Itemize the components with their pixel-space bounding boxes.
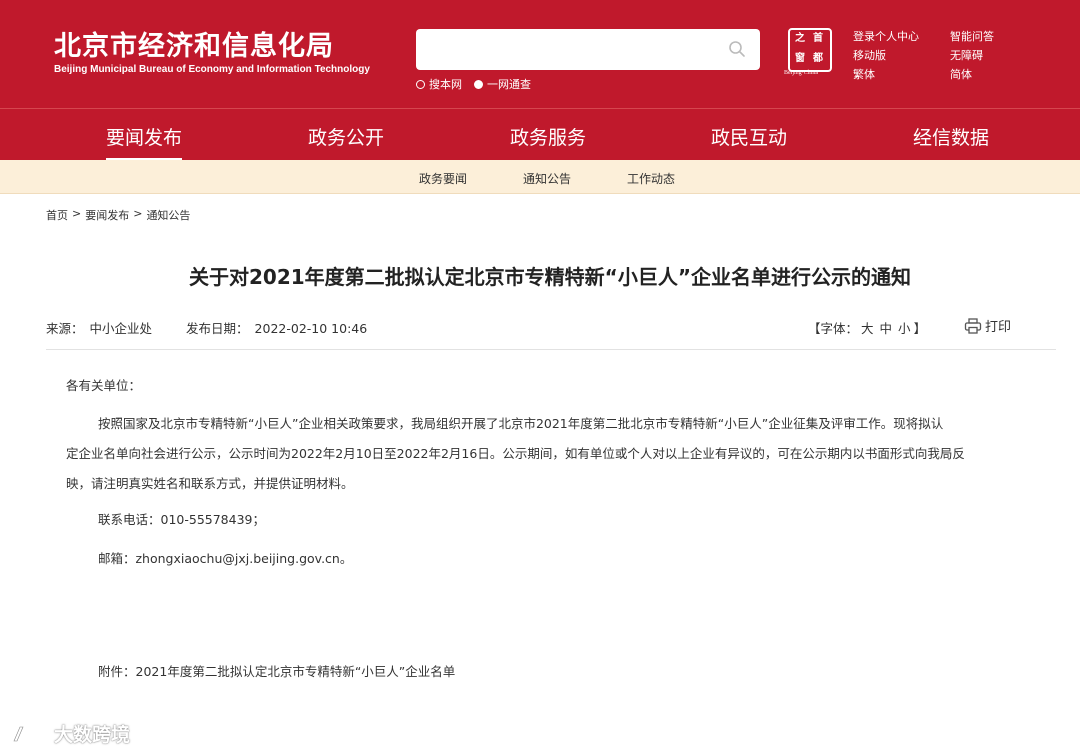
paragraph-line: 定企业名单向社会进行公示，公示时间为2022年2月10日至2022年2月16日。… [66, 446, 965, 461]
font-size-large[interactable]: 大 [861, 318, 874, 337]
article-meta: 来源： 中小企业处 发布日期： 2022-02-10 10:46 [46, 318, 373, 337]
smart-qa-link[interactable]: 智能问答 [950, 28, 994, 44]
breadcrumb-separator: > [72, 207, 82, 220]
printer-icon [964, 317, 982, 334]
breadcrumb: 首页 > 要闻发布 > 通知公告 [46, 207, 190, 223]
radio-checked-icon [474, 79, 483, 89]
attachment-label: 附件： [98, 664, 136, 679]
capital-window-seal[interactable]: 首 都 之 窗 [788, 28, 832, 72]
breadcrumb-separator: > [133, 207, 143, 220]
attachment-row: 附件： 2021年度第二批拟认定北京市专精特新“小巨人”企业名单 [98, 657, 455, 687]
simplified-link[interactable]: 简体 [950, 66, 972, 82]
contact-phone: 联系电话：010-55578439； [98, 512, 265, 527]
search-input[interactable] [416, 29, 760, 70]
seal-char: 之 [795, 33, 805, 44]
font-size-switcher: 【字体： 大 中 小 】 [808, 318, 926, 337]
source-value: 中小企业处 [89, 321, 153, 336]
subnav-item-work[interactable]: 工作动态 [627, 170, 675, 187]
scope-label: 搜本网 [429, 78, 462, 91]
login-link[interactable]: 登录个人中心 [853, 28, 919, 44]
nav-item-gov-affairs[interactable]: 政务公开 [308, 123, 384, 150]
main-nav: 要闻发布 政务公开 政务服务 政民互动 经信数据 [0, 108, 1080, 161]
radio-unchecked-icon [416, 79, 425, 89]
seal-char: 都 [813, 53, 823, 64]
site-logo-en: Beijing Municipal Bureau of Economy and … [54, 64, 370, 75]
print-button[interactable]: 打印 [964, 316, 1011, 335]
watermark-logo-icon [13, 726, 50, 741]
site-header: 北京市经济和信息化局 Beijing Municipal Bureau of E… [0, 0, 1080, 108]
search-scope: 搜本网 一网通查 [416, 76, 543, 92]
watermark-text: 大数跨境 [54, 724, 131, 746]
search-icon[interactable] [728, 40, 746, 58]
site-logo-cn[interactable]: 北京市经济和信息化局 [54, 24, 334, 63]
breadcrumb-notices[interactable]: 通知公告 [146, 207, 190, 223]
traditional-link[interactable]: 繁体 [853, 66, 875, 82]
paragraph-line: 映，请注明真实姓名和联系方式，并提供证明材料。 [66, 476, 354, 491]
subnav-item-news[interactable]: 政务要闻 [419, 170, 467, 187]
nav-item-gov-services[interactable]: 政务服务 [510, 123, 586, 150]
nav-item-news[interactable]: 要闻发布 [106, 123, 183, 161]
nav-item-data[interactable]: 经信数据 [913, 123, 989, 150]
mobile-link[interactable]: 移动版 [853, 47, 886, 63]
article-title: 关于对2021年度第二批拟认定北京市专精特新“小巨人”企业名单进行公示的通知 [189, 265, 911, 289]
subnav-item-notices[interactable]: 通知公告 [523, 170, 571, 187]
paragraph-line: 按照国家及北京市专精特新“小巨人”企业相关政策要求，我局组织开展了北京市2021… [98, 416, 944, 431]
font-size-label: 【字体： [808, 321, 859, 336]
article-paragraph: 按照国家及北京市专精特新“小巨人”企业相关政策要求，我局组织开展了北京市2021… [66, 409, 1036, 499]
scope-radio-site[interactable]: 搜本网 [416, 76, 462, 92]
attachment-link[interactable]: 2021年度第二批拟认定北京市专精特新“小巨人”企业名单 [136, 657, 456, 687]
watermark: 大数跨境 [10, 720, 130, 747]
date-value: 2022-02-10 10:46 [254, 321, 368, 336]
accessibility-link[interactable]: 无障碍 [950, 47, 983, 63]
font-size-close: 】 [913, 321, 927, 336]
seal-caption: Beijing·China [784, 70, 818, 76]
font-size-medium[interactable]: 中 [880, 318, 893, 337]
breadcrumb-home[interactable]: 首页 [46, 207, 68, 223]
nav-item-interaction[interactable]: 政民互动 [711, 123, 787, 150]
seal-char: 窗 [795, 53, 805, 64]
seal-char: 首 [813, 33, 823, 44]
print-label: 打印 [985, 320, 1012, 335]
salutation: 各有关单位： [66, 378, 142, 393]
breadcrumb-news[interactable]: 要闻发布 [85, 207, 129, 223]
scope-radio-all[interactable]: 一网通查 [474, 76, 531, 92]
scope-label: 一网通查 [487, 78, 531, 91]
font-size-small[interactable]: 小 [898, 318, 911, 337]
date-label: 发布日期： [186, 321, 249, 336]
contact-email[interactable]: 邮箱：zhongxiaochu@jxj.beijing.gov.cn。 [98, 544, 352, 574]
sub-nav: 政务要闻 通知公告 工作动态 [0, 160, 1080, 194]
meta-divider [46, 349, 1056, 350]
source-label: 来源： [46, 321, 84, 336]
